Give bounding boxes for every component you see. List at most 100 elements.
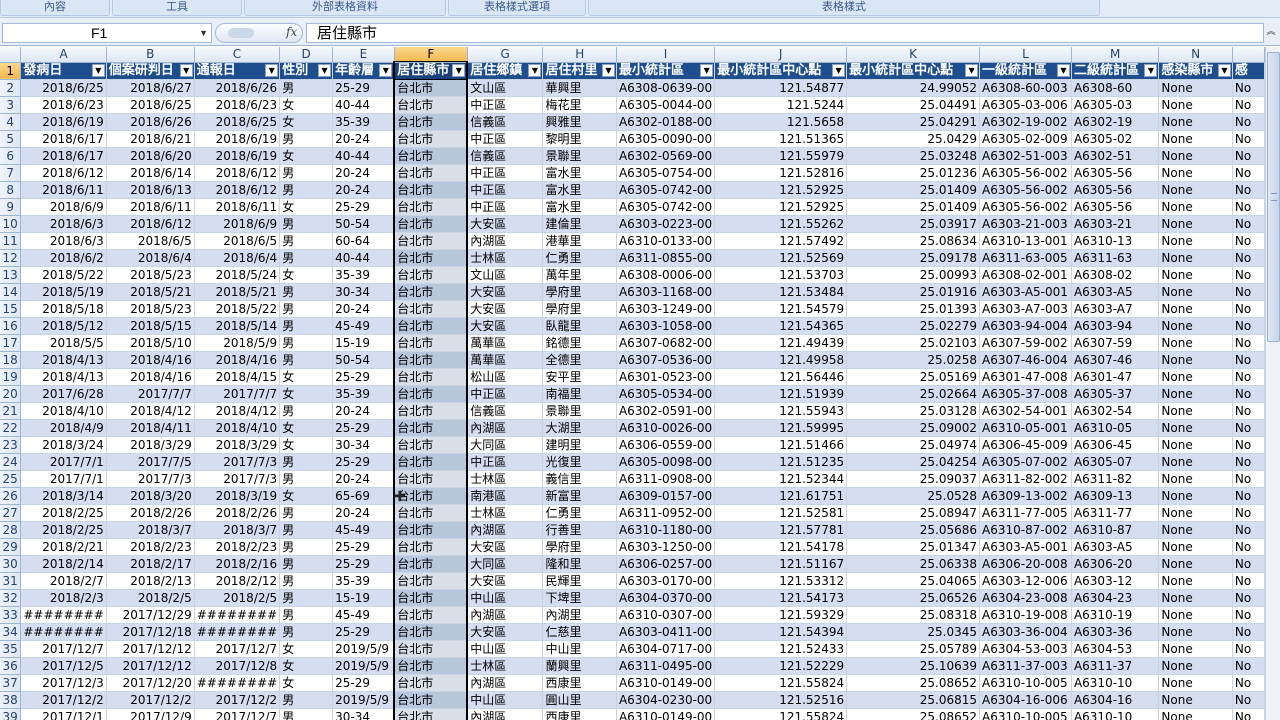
table-cell[interactable]: 2018/6/4: [194, 249, 281, 267]
table-cell[interactable]: 台北市: [393, 79, 469, 97]
table-cell[interactable]: None: [1158, 249, 1233, 267]
table-cell[interactable]: 20-24: [332, 300, 395, 318]
table-cell[interactable]: 學府里: [542, 283, 617, 301]
table-cell[interactable]: No: [1232, 368, 1265, 386]
table-cell[interactable]: 台北市: [393, 147, 469, 165]
row-header[interactable]: 8: [0, 181, 22, 199]
table-cell[interactable]: A6308-60-003: [979, 79, 1072, 97]
table-cell[interactable]: A6307-0536-00: [616, 351, 716, 369]
table-cell[interactable]: 25-29: [332, 419, 395, 437]
table-cell[interactable]: A6305-07-002: [979, 453, 1072, 471]
table-cell[interactable]: 2018/5/5: [20, 334, 107, 352]
table-cell[interactable]: 2017/12/12: [106, 657, 195, 675]
table-cell[interactable]: 2018/4/16: [106, 351, 195, 369]
table-cell[interactable]: 2018/6/17: [20, 130, 107, 148]
table-cell[interactable]: 121.56446: [714, 368, 848, 386]
table-cell[interactable]: A6307-0682-00: [616, 334, 716, 352]
table-cell[interactable]: 男: [279, 164, 334, 182]
table-cell[interactable]: 2018/5/10: [106, 334, 195, 352]
table-cell[interactable]: 25-29: [332, 453, 395, 471]
table-cell[interactable]: A6303-A5: [1071, 283, 1160, 301]
table-cell[interactable]: None: [1158, 606, 1233, 624]
ribbon-group-properties[interactable]: 內容: [0, 0, 110, 16]
table-cell[interactable]: No: [1232, 708, 1265, 720]
table-cell[interactable]: 內湖區: [467, 674, 544, 692]
table-cell[interactable]: 2018/4/12: [194, 402, 281, 420]
table-cell[interactable]: None: [1158, 504, 1233, 522]
table-cell[interactable]: 2018/2/12: [194, 572, 281, 590]
table-cell[interactable]: 121.51466: [714, 436, 848, 454]
table-cell[interactable]: 仁勇里: [542, 249, 617, 267]
table-cell[interactable]: No: [1232, 317, 1265, 335]
row-header[interactable]: 23: [0, 436, 22, 454]
table-cell[interactable]: A6310-0149-00: [616, 708, 716, 720]
table-cell[interactable]: 20-24: [332, 181, 395, 199]
table-cell[interactable]: 121.54579: [714, 300, 848, 318]
table-cell[interactable]: 2018/4/16: [194, 351, 281, 369]
row-header[interactable]: 4: [0, 113, 22, 131]
table-cell[interactable]: 2018/5/22: [20, 266, 107, 284]
table-cell[interactable]: 121.59329: [714, 606, 848, 624]
table-cell[interactable]: 30-34: [332, 436, 395, 454]
table-cell[interactable]: A6308-60: [1071, 79, 1160, 97]
table-cell[interactable]: A6306-45-009: [979, 436, 1072, 454]
table-cell[interactable]: None: [1158, 538, 1233, 556]
table-cell[interactable]: 2018/6/11: [106, 198, 195, 216]
table-cell[interactable]: 121.52229: [714, 657, 848, 675]
table-cell[interactable]: 25.09002: [846, 419, 981, 437]
table-cell[interactable]: 25.04254: [846, 453, 981, 471]
filter-dropdown-icon[interactable]: ▼: [91, 63, 105, 77]
table-cell[interactable]: 2018/6/21: [106, 130, 195, 148]
table-cell[interactable]: No: [1232, 606, 1265, 624]
name-box[interactable]: F1 ▼: [2, 23, 212, 43]
table-cell[interactable]: None: [1158, 623, 1233, 641]
table-cell[interactable]: A6305-02-009: [979, 130, 1072, 148]
table-cell[interactable]: 2018/2/26: [106, 504, 195, 522]
column-header-next[interactable]: [1232, 47, 1265, 63]
table-cell[interactable]: None: [1158, 640, 1233, 658]
table-cell[interactable]: 25.08652: [846, 708, 981, 720]
table-cell[interactable]: 中正區: [467, 164, 544, 182]
table-cell[interactable]: 121.51939: [714, 385, 848, 403]
table-cell[interactable]: No: [1232, 623, 1265, 641]
table-cell[interactable]: 25.08634: [846, 232, 981, 250]
table-cell[interactable]: 121.61751: [714, 487, 848, 505]
row-header[interactable]: 5: [0, 130, 22, 148]
table-cell[interactable]: 義信里: [542, 470, 617, 488]
table-cell[interactable]: 2018/2/5: [106, 589, 195, 607]
row-header[interactable]: 7: [0, 164, 22, 182]
table-cell[interactable]: 45-49: [332, 606, 395, 624]
table-column-header[interactable]: 感染縣市 ▼: [1158, 62, 1233, 80]
table-cell[interactable]: 士林區: [467, 657, 544, 675]
row-header[interactable]: 2: [0, 79, 22, 97]
table-cell[interactable]: None: [1158, 198, 1233, 216]
column-header-A[interactable]: A: [20, 47, 107, 63]
table-cell[interactable]: 121.52433: [714, 640, 848, 658]
table-cell[interactable]: A6310-10-005: [979, 708, 1072, 720]
table-cell[interactable]: 2018/6/23: [194, 96, 281, 114]
table-cell[interactable]: 男: [279, 555, 334, 573]
table-cell[interactable]: 25.01236: [846, 164, 981, 182]
table-cell[interactable]: 台北市: [393, 113, 469, 131]
table-cell[interactable]: 121.52925: [714, 181, 848, 199]
table-cell[interactable]: 男: [279, 538, 334, 556]
table-cell[interactable]: 25.02279: [846, 317, 981, 335]
table-cell[interactable]: None: [1158, 589, 1233, 607]
table-cell[interactable]: 25.08947: [846, 504, 981, 522]
table-cell[interactable]: 121.5658: [714, 113, 848, 131]
table-cell[interactable]: A6310-19: [1071, 606, 1160, 624]
table-cell[interactable]: 2018/2/25: [20, 521, 107, 539]
table-cell[interactable]: A6310-87: [1071, 521, 1160, 539]
table-cell[interactable]: A6305-03-006: [979, 96, 1072, 114]
table-cell[interactable]: ########: [194, 606, 281, 624]
table-cell[interactable]: 女: [279, 487, 334, 505]
table-cell[interactable]: 2018/2/17: [106, 555, 195, 573]
row-header[interactable]: 10: [0, 215, 22, 233]
table-cell[interactable]: None: [1158, 79, 1233, 97]
table-cell[interactable]: 20-24: [332, 504, 395, 522]
row-header[interactable]: 18: [0, 351, 22, 369]
table-cell[interactable]: A6304-0230-00: [616, 691, 716, 709]
table-cell[interactable]: No: [1232, 453, 1265, 471]
table-cell[interactable]: 2018/6/9: [20, 198, 107, 216]
table-cell[interactable]: A6305-0742-00: [616, 198, 716, 216]
